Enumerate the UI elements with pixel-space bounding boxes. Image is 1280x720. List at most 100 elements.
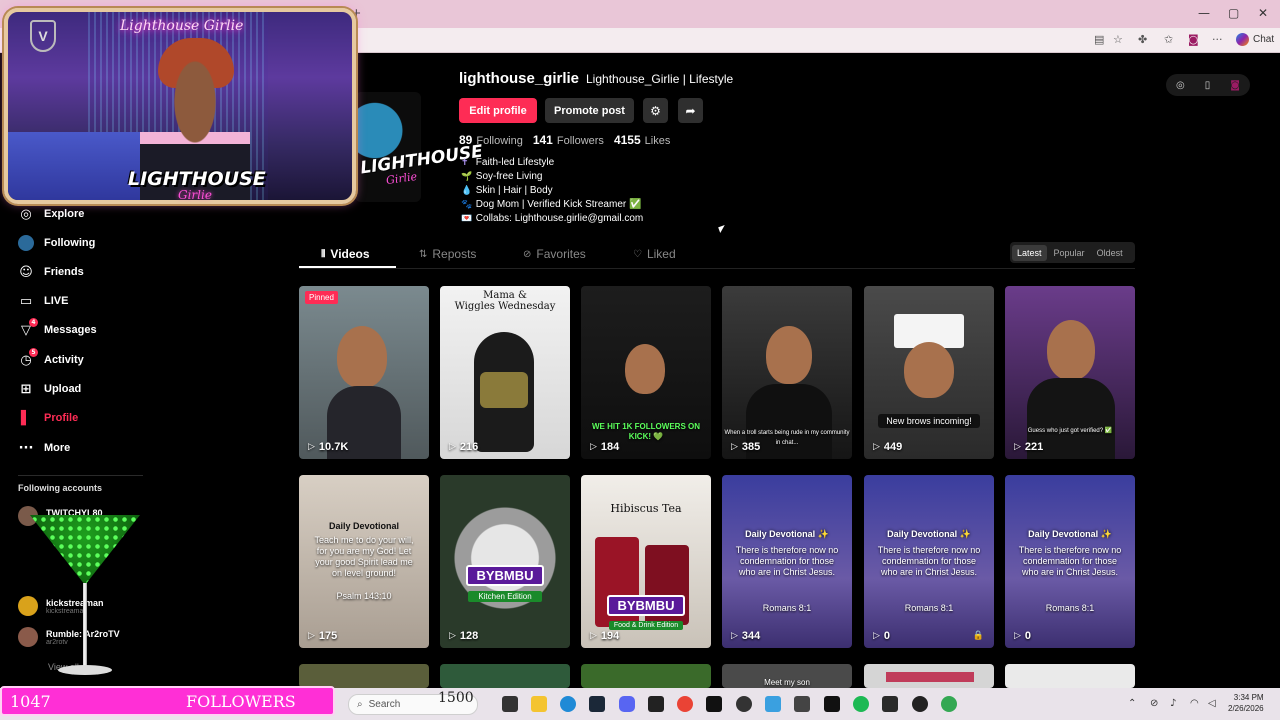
chrome-profile-icon[interactable]	[941, 696, 957, 712]
chrome-icon[interactable]	[677, 696, 693, 712]
volume-icon[interactable]: ◁	[1208, 698, 1216, 709]
video-card[interactable]: When a troll starts being rude in my com…	[722, 286, 852, 459]
profile-extension-icon[interactable]: ◙	[1188, 33, 1199, 46]
view-count-value: 175	[318, 630, 338, 642]
sidebar-item-following[interactable]: Following	[18, 235, 95, 251]
discord-icon[interactable]	[619, 696, 635, 712]
share-button[interactable]: ➦	[678, 98, 703, 123]
bio-text: Soy-free Living	[475, 171, 543, 182]
devotional-text: Teach me to do your will, for you are my…	[314, 535, 414, 578]
stat-value: 89	[459, 133, 473, 147]
more-icon: ···	[18, 440, 34, 456]
tab-reposts[interactable]: ⇅ Reposts	[419, 247, 476, 261]
steam-icon[interactable]	[589, 696, 605, 712]
followers-goal-overlay: 1047 FOLLOWERS	[0, 686, 335, 716]
microphone-icon[interactable]: ♪	[1170, 698, 1176, 709]
video-caption: New brows incoming!	[878, 414, 980, 428]
video-card[interactable]: Guess who just got verified? ✅ ▷ 221	[1005, 286, 1135, 459]
edge-icon[interactable]	[560, 696, 576, 712]
share-icon: ➦	[685, 103, 696, 118]
wifi-icon[interactable]: ◠	[1190, 698, 1199, 709]
video-card[interactable]	[299, 664, 429, 688]
account-avatar-icon[interactable]: ◙	[1230, 80, 1240, 91]
sidebar-item-activity[interactable]: ◷ 5 Activity	[18, 348, 84, 368]
sort-oldest[interactable]: Oldest	[1092, 245, 1128, 261]
video-card[interactable]: Daily Devotional ✨ There is therefore no…	[864, 475, 994, 648]
sidebar-item-profile[interactable]: ▌ Profile	[18, 410, 78, 426]
promote-post-button[interactable]: Promote post	[545, 98, 634, 123]
sidebar-item-messages[interactable]: ▽ 4 Messages	[18, 318, 97, 338]
video-card[interactable]: New brows incoming! ▷ 449	[864, 286, 994, 459]
sort-popular[interactable]: Popular	[1049, 245, 1090, 261]
sort-latest[interactable]: Latest	[1012, 244, 1047, 261]
video-card[interactable]: Daily Devotional Teach me to do your wil…	[299, 475, 429, 648]
sidebar-item-more[interactable]: ··· More	[18, 440, 71, 456]
copilot-icon	[1236, 33, 1249, 46]
spotify-icon[interactable]	[853, 696, 869, 712]
edit-profile-button[interactable]: Edit profile	[459, 98, 537, 123]
epic-games-icon[interactable]	[648, 696, 664, 712]
read-mode-icon[interactable]: ▤	[1094, 33, 1104, 46]
task-view-icon[interactable]	[502, 696, 518, 712]
devotional-heading: Daily Devotional ✨	[887, 529, 971, 539]
network-icon[interactable]: ⊘	[1150, 698, 1158, 709]
play-icon: ▷	[308, 442, 315, 452]
calculator-icon[interactable]	[794, 696, 810, 712]
thumbnail-face	[904, 342, 954, 398]
stat-following[interactable]: 89 Following	[459, 133, 523, 147]
video-card[interactable]: Pinned ▷ 10.7K	[299, 286, 429, 459]
video-card[interactable]	[581, 664, 711, 688]
stat-followers[interactable]: 141 Followers	[533, 133, 604, 147]
video-card[interactable]: WE HIT 1K FOLLOWERS ON KICK! 💚 ▷ 184	[581, 286, 711, 459]
coins-icon[interactable]: ◎	[1176, 80, 1185, 91]
tab-favorites[interactable]: ⊘ Favorites	[523, 247, 586, 261]
devotional-reference: Romans 8:1	[762, 603, 812, 613]
bio-line: ✝ Faith-led Lifestyle	[461, 156, 643, 170]
taskbar-clock[interactable]: 3:34 PM 2/26/2026	[1228, 692, 1264, 714]
video-card[interactable]: Daily Devotional ✨ There is therefore no…	[722, 475, 852, 648]
video-card[interactable]	[1005, 664, 1135, 688]
copilot-chat-button[interactable]: Chat	[1236, 33, 1274, 46]
minimize-button[interactable]: —	[1198, 6, 1210, 20]
bio-text: Skin | Hair | Body	[475, 185, 553, 196]
sidebar-item-upload[interactable]: ⊞ Upload	[18, 381, 82, 397]
maximize-button[interactable]: ▢	[1228, 6, 1239, 20]
bio-line: 🌱 Soy-free Living	[461, 170, 643, 184]
view-count-value: 184	[600, 441, 620, 453]
obs-icon[interactable]	[912, 696, 928, 712]
thumbnail-face	[337, 326, 387, 388]
favorite-star-icon[interactable]: ☆	[1113, 33, 1123, 46]
bio-text: Dog Mom | Verified Kick Streamer ✅	[475, 199, 642, 210]
media-player-icon[interactable]	[736, 696, 752, 712]
view-count: ▷ 0	[1014, 630, 1031, 642]
paw-icon: 🐾	[461, 200, 473, 210]
favorites-icon[interactable]: ✩	[1164, 33, 1173, 46]
video-card[interactable]: Daily Devotional ✨ There is therefore no…	[1005, 475, 1135, 648]
capcut-icon[interactable]	[824, 696, 840, 712]
tab-liked[interactable]: ♡ Liked	[633, 247, 676, 261]
sidebar-item-live[interactable]: ▭ LIVE	[18, 293, 69, 309]
video-card[interactable]: Mama & Wiggles Wednesday ▷ 216	[440, 286, 570, 459]
friends-icon: ☺	[19, 264, 33, 280]
video-card[interactable]: Meet my son	[722, 664, 852, 688]
thumbnail-face	[766, 326, 812, 384]
tab-videos[interactable]: ⦀ Videos	[321, 247, 370, 261]
profile-icon: ▌	[21, 410, 31, 426]
settings-button[interactable]: ⚙	[643, 98, 668, 123]
close-button[interactable]: ✕	[1258, 6, 1268, 20]
video-card[interactable]: BYBMBU Kitchen Edition ▷ 128	[440, 475, 570, 648]
menu-icon[interactable]: ···	[1212, 33, 1223, 46]
sidebar-item-friends[interactable]: ☺ Friends	[18, 264, 84, 280]
bybmbu-subtitle: Kitchen Edition	[468, 591, 542, 602]
file-explorer-icon[interactable]	[531, 696, 547, 712]
video-card[interactable]: Hibiscus Tea BYBMBU Food & Drink Edition…	[581, 475, 711, 648]
sidebar-item-explore[interactable]: ◎ Explore	[18, 206, 84, 222]
video-card[interactable]	[864, 664, 994, 688]
app-icon[interactable]	[765, 696, 781, 712]
app-icon[interactable]	[706, 696, 722, 712]
device-icon[interactable]: ▯	[1205, 80, 1211, 91]
app-icon[interactable]	[882, 696, 898, 712]
chevron-up-icon[interactable]: ⌃	[1128, 698, 1136, 709]
extensions-icon[interactable]: ✤	[1138, 33, 1147, 46]
video-card[interactable]	[440, 664, 570, 688]
